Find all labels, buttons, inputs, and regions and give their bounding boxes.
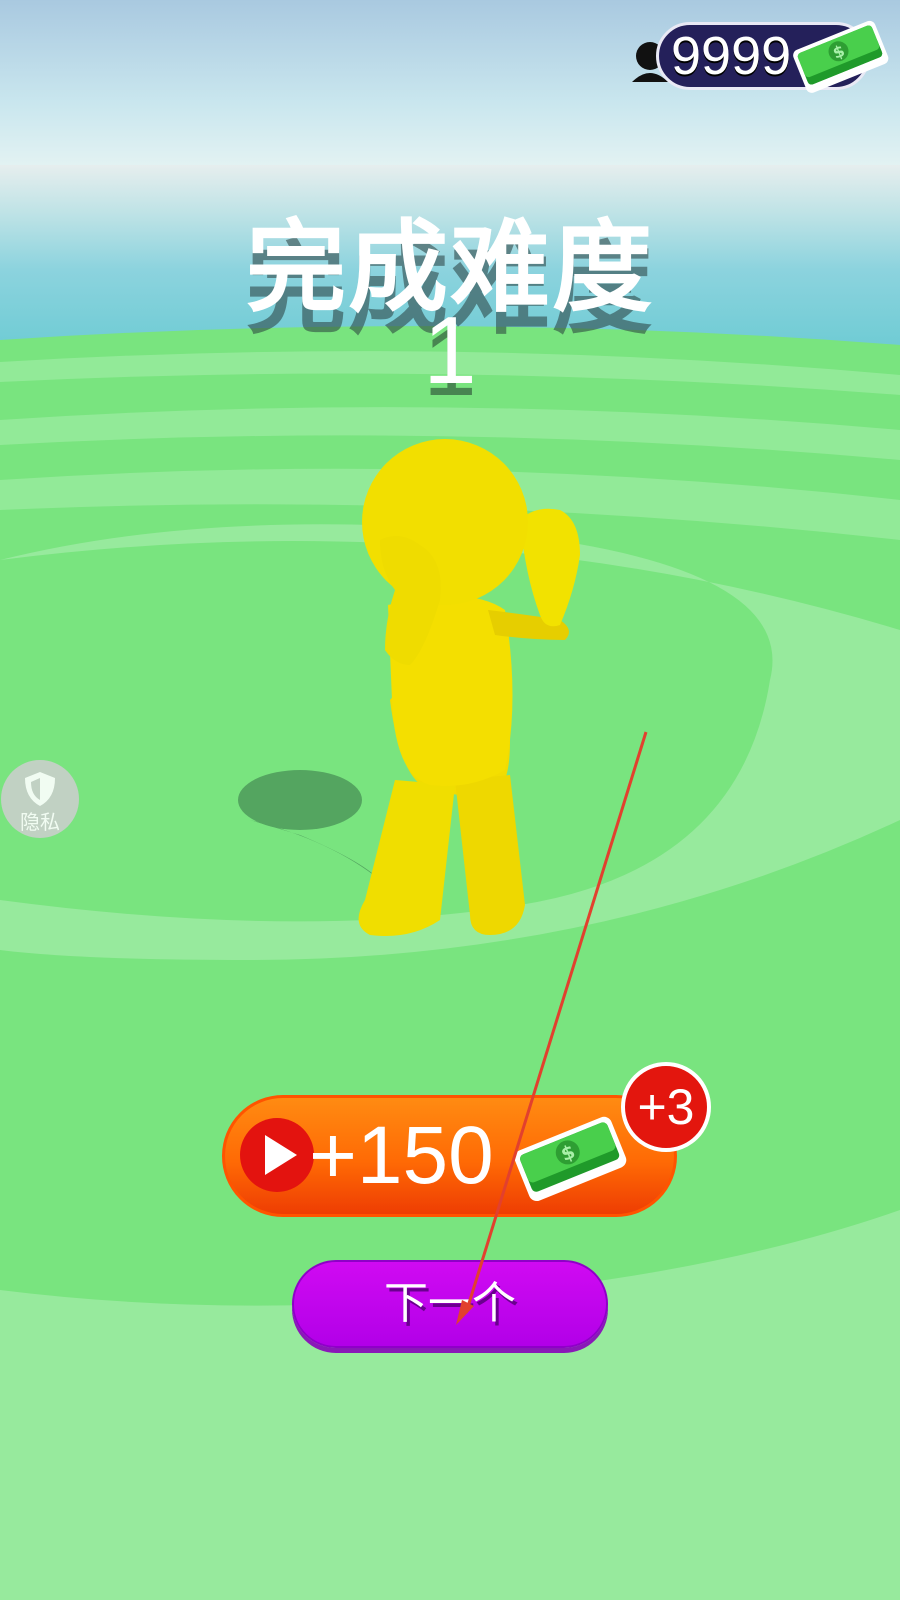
reward-amount: +150 [309,1110,494,1201]
yellow-character [238,439,580,936]
game-screen: 9999 $ 完成难度 1 隐私 +150 $ +3 下一个 [0,0,900,1600]
play-icon [240,1118,314,1192]
cash-icon: $ [514,1116,627,1202]
next-level-button[interactable]: 下一个 [292,1260,608,1348]
reward-multiplier-badge: +3 [621,1062,711,1152]
shield-icon [25,772,55,806]
badge-text: +3 [637,1079,695,1135]
privacy-button[interactable]: 隐私 [1,760,79,838]
privacy-label: 隐私 [20,812,60,834]
next-label: 下一个 [384,1279,516,1328]
